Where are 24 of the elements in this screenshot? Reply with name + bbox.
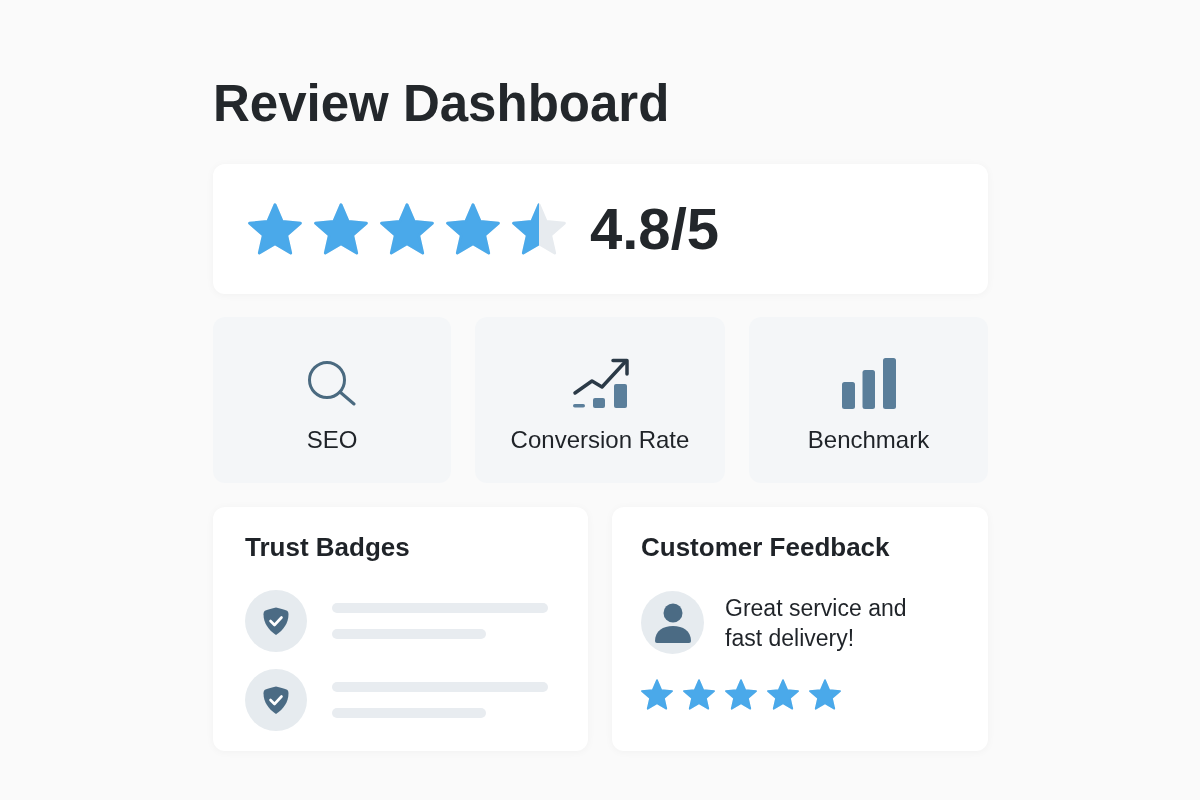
star-icon xyxy=(446,203,500,255)
star-icon xyxy=(248,203,302,255)
feedback-text: Great service and fast delivery! xyxy=(725,593,908,653)
page-title: Review Dashboard xyxy=(213,78,670,129)
star-icon xyxy=(641,679,673,710)
metric-label: SEO xyxy=(306,426,358,454)
search-icon xyxy=(307,360,357,406)
card-title: Trust Badges xyxy=(245,531,410,563)
star-icon xyxy=(725,679,757,710)
star-icon xyxy=(767,679,799,710)
metric-label: Conversion Rate xyxy=(510,426,690,454)
star-icon xyxy=(380,203,434,255)
star-icon xyxy=(314,203,368,255)
half-star-icon xyxy=(512,203,566,255)
shield-check-icon xyxy=(245,590,307,652)
shield-check-icon xyxy=(245,669,307,731)
bar-chart-icon xyxy=(841,357,896,409)
star-icon xyxy=(683,679,715,710)
card-title: Customer Feedback xyxy=(641,531,890,563)
trend-chart-icon xyxy=(570,356,630,410)
star-icon xyxy=(809,679,841,710)
user-avatar-icon xyxy=(641,591,704,654)
metric-label: Benchmark xyxy=(807,426,930,454)
rating-value: 4.8/5 xyxy=(590,200,719,258)
